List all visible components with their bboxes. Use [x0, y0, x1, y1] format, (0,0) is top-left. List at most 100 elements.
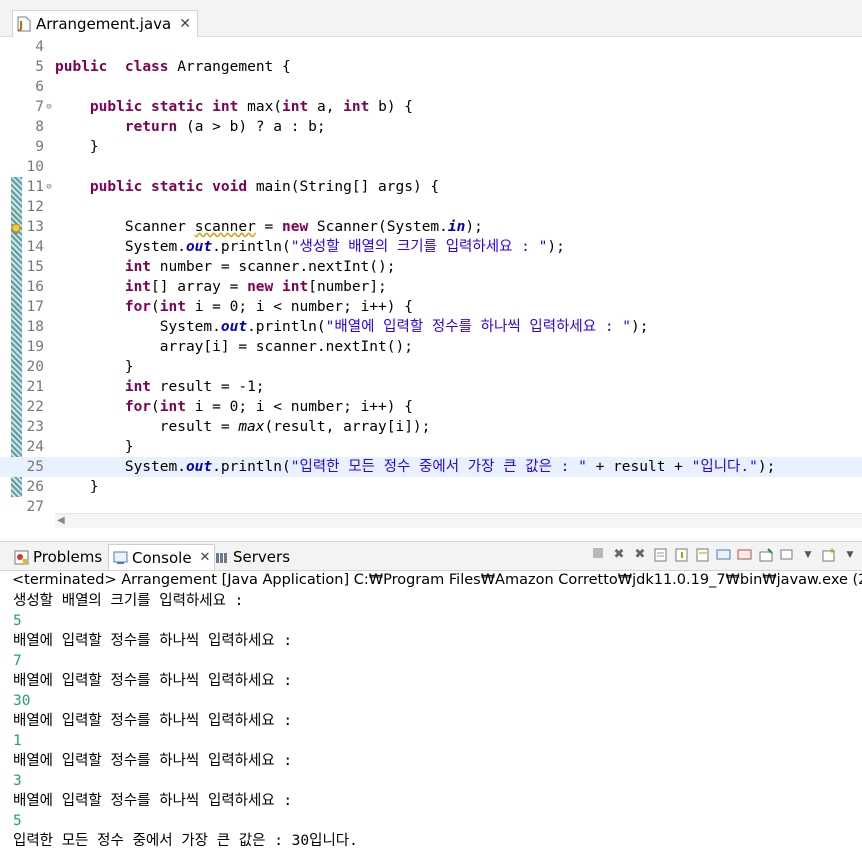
svg-text:J: J [18, 19, 23, 32]
console-input-line: 3 [13, 773, 22, 789]
show-console-on-output-icon[interactable] [716, 547, 732, 563]
code-line[interactable]: 11 ⊖ public static void main(String[] arg… [0, 177, 862, 197]
code-text: Scanner scanner = new Scanner(System.in)… [55, 219, 483, 235]
line-number: 4 [35, 39, 44, 55]
chevron-down-icon[interactable]: ▼ [842, 547, 858, 563]
code-text: public static void main(String[] args) { [89, 179, 440, 195]
display-selected-console-icon[interactable] [779, 547, 795, 563]
line-number: 13 [26, 219, 44, 235]
code-text: int result = -1; [124, 379, 265, 395]
code-text: } [55, 139, 99, 155]
code-line[interactable]: 12 [0, 197, 862, 217]
close-icon[interactable]: ✕ [200, 550, 211, 565]
line-number: 10 [26, 159, 44, 175]
editor-tab-label: Arrangement.java [36, 15, 172, 33]
code-line[interactable]: 24 } [0, 437, 862, 457]
remove-all-terminated-icon[interactable]: ✖ [632, 547, 648, 563]
line-number: 7 [35, 99, 44, 115]
code-line[interactable]: 18 System.out.println("배열에 입력할 정수를 하나씩 입… [0, 317, 862, 337]
close-icon[interactable]: ✕ [179, 16, 191, 32]
fold-toggle-icon[interactable]: ⊖ [44, 177, 54, 197]
console-status-line: <terminated> Arrangement [Java Applicati… [12, 572, 862, 588]
code-line[interactable]: 7 ⊖ public static int max(int a, int b) { [0, 97, 862, 117]
clear-console-icon[interactable] [653, 547, 669, 563]
servers-icon [214, 550, 229, 565]
tab-problems-label: Problems [33, 548, 103, 566]
line-number: 19 [26, 339, 44, 355]
line-number: 18 [26, 319, 44, 335]
code-line[interactable]: 4 [0, 37, 862, 57]
code-text: public class Arrangement { [55, 59, 291, 75]
code-line[interactable]: 6 [0, 77, 862, 97]
code-editor[interactable]: 4 5 public class Arrangement {6 7 ⊖ public s… [0, 37, 862, 528]
word-wrap-icon[interactable] [695, 547, 711, 563]
code-line[interactable]: 17 for(int i = 0; i < number; i++) { [0, 297, 862, 317]
tab-problems[interactable]: Problems [14, 546, 102, 568]
console-tab-bar: Problems Console ✕ Servers ✖ ✖ ▼ ▼ [0, 541, 862, 571]
tab-servers[interactable]: Servers [214, 546, 290, 568]
code-text: for(int i = 0; i < number; i++) { [124, 399, 413, 415]
code-line[interactable]: 8 return (a > b) ? a : b; [0, 117, 862, 137]
code-text: for(int i = 0; i < number; i++) { [124, 299, 413, 315]
tab-console[interactable]: Console ✕ [108, 544, 216, 570]
code-line[interactable]: 22 for(int i = 0; i < number; i++) { [0, 397, 862, 417]
code-text: int[] array = new int[number]; [124, 279, 387, 295]
code-line[interactable]: 9 } [0, 137, 862, 157]
code-text: } [55, 439, 134, 455]
fold-toggle-icon[interactable]: ⊖ [44, 97, 54, 117]
terminate-icon[interactable] [590, 547, 606, 563]
code-line[interactable]: 25 System.out.println("입력한 모든 정수 중에서 가장 … [0, 457, 862, 477]
code-line[interactable]: 20 } [0, 357, 862, 377]
scroll-left-icon[interactable]: ◀ [57, 515, 65, 526]
editor-tab-arrangement-java[interactable]: J Arrangement.java ✕ [12, 10, 198, 37]
problems-icon [14, 550, 29, 565]
warning-lightbulb-icon[interactable] [10, 221, 22, 234]
code-text: public static int max(int a, int b) { [89, 99, 414, 115]
console-output-line: 배열에 입력할 정수를 하나씩 입력하세요 : [13, 793, 293, 809]
console-input-line: 30 [13, 693, 31, 709]
scroll-lock-icon[interactable] [674, 547, 690, 563]
console-input-line: 1 [13, 733, 22, 749]
pin-console-icon[interactable] [758, 547, 774, 563]
horizontal-scrollbar[interactable]: ◀ [55, 513, 862, 528]
code-line[interactable]: 14 System.out.println("생성할 배열의 크기를 입력하세요… [0, 237, 862, 257]
code-line[interactable]: 26 } [0, 477, 862, 497]
chevron-down-icon[interactable]: ▼ [800, 547, 816, 563]
tab-servers-label: Servers [233, 548, 291, 566]
code-text: int number = scanner.nextInt(); [124, 259, 396, 275]
line-number: 22 [26, 399, 44, 415]
tab-console-label: Console [132, 548, 192, 567]
console-output-line: 배열에 입력할 정수를 하나씩 입력하세요 : [13, 633, 293, 649]
line-number: 5 [35, 59, 44, 75]
code-text: System.out.println("입력한 모든 정수 중에서 가장 큰 값… [55, 459, 776, 475]
line-number: 12 [26, 199, 44, 215]
open-console-icon[interactable] [821, 547, 837, 563]
code-line[interactable]: 19 array[i] = scanner.nextInt(); [0, 337, 862, 357]
line-number: 27 [26, 499, 44, 515]
line-number: 23 [26, 419, 44, 435]
editor-tab-bar: J Arrangement.java ✕ [0, 0, 862, 37]
show-console-on-error-icon[interactable] [737, 547, 753, 563]
console-input-line: 5 [13, 613, 22, 629]
console-output[interactable]: 생성할 배열의 크기를 입력하세요 : 5 배열에 입력할 정수를 하나씩 입력하세… [13, 591, 862, 851]
java-file-icon: J [17, 16, 31, 32]
console-output-line: 입력한 모든 정수 중에서 가장 큰 값은 : 30입니다. [13, 833, 358, 849]
code-line[interactable]: 13 Scanner scanner = new Scanner(System.… [0, 217, 862, 237]
line-number: 24 [26, 439, 44, 455]
code-line[interactable]: 23 result = max(result, array[i]); [0, 417, 862, 437]
line-number: 15 [26, 259, 44, 275]
line-number: 20 [26, 359, 44, 375]
code-text: } [55, 359, 134, 375]
remove-launch-icon[interactable]: ✖ [611, 547, 627, 563]
line-number: 16 [26, 279, 44, 295]
code-line[interactable]: 15 int number = scanner.nextInt(); [0, 257, 862, 277]
console-input-line: 5 [13, 813, 22, 829]
line-number: 8 [35, 119, 44, 135]
code-line[interactable]: 10 [0, 157, 862, 177]
code-line[interactable]: 21 int result = -1; [0, 377, 862, 397]
code-line[interactable]: 16 int[] array = new int[number]; [0, 277, 862, 297]
line-number: 26 [26, 479, 44, 495]
line-number: 25 [26, 459, 44, 475]
code-line[interactable]: 5 public class Arrangement { [0, 57, 862, 77]
console-input-line: 7 [13, 653, 22, 669]
